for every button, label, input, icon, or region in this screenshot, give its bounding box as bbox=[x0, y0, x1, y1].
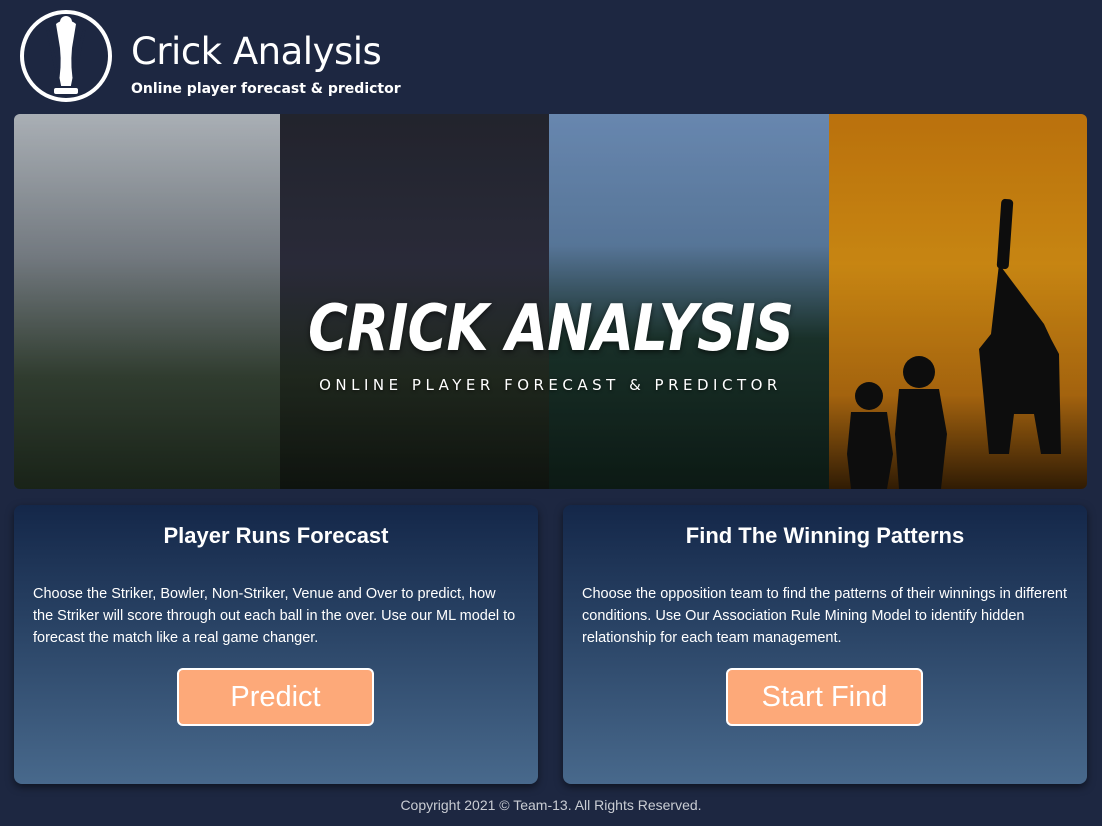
banner-title: CRICK ANALYSIS bbox=[307, 292, 794, 366]
card-title: Player Runs Forecast bbox=[163, 523, 389, 548]
player-runs-forecast-card: Player Runs Forecast Choose the Striker,… bbox=[14, 505, 538, 784]
copyright-footer: Copyright 2021 © Team-13. All Rights Res… bbox=[400, 797, 702, 813]
site-subtitle: Online player forecast & predictor bbox=[131, 81, 401, 97]
trophy-logo-icon[interactable] bbox=[18, 8, 114, 104]
start-find-button[interactable]: Start Find bbox=[726, 668, 923, 726]
site-title: Crick Analysis bbox=[131, 30, 382, 73]
hero-banner: CRICK ANALYSIS ONLINE PLAYER FORECAST & … bbox=[14, 114, 1087, 489]
card-title: Find The Winning Patterns bbox=[685, 523, 965, 548]
site-header: Crick Analysis Online player forecast & … bbox=[0, 0, 1102, 112]
predict-button[interactable]: Predict bbox=[177, 668, 374, 726]
card-description: Choose the Striker, Bowler, Non-Striker,… bbox=[33, 586, 516, 646]
winning-patterns-card: Find The Winning Patterns Choose the opp… bbox=[563, 505, 1087, 784]
banner-tagline: ONLINE PLAYER FORECAST & PREDICTOR bbox=[319, 376, 782, 394]
card-description: Choose the opposition team to find the p… bbox=[582, 586, 1067, 646]
